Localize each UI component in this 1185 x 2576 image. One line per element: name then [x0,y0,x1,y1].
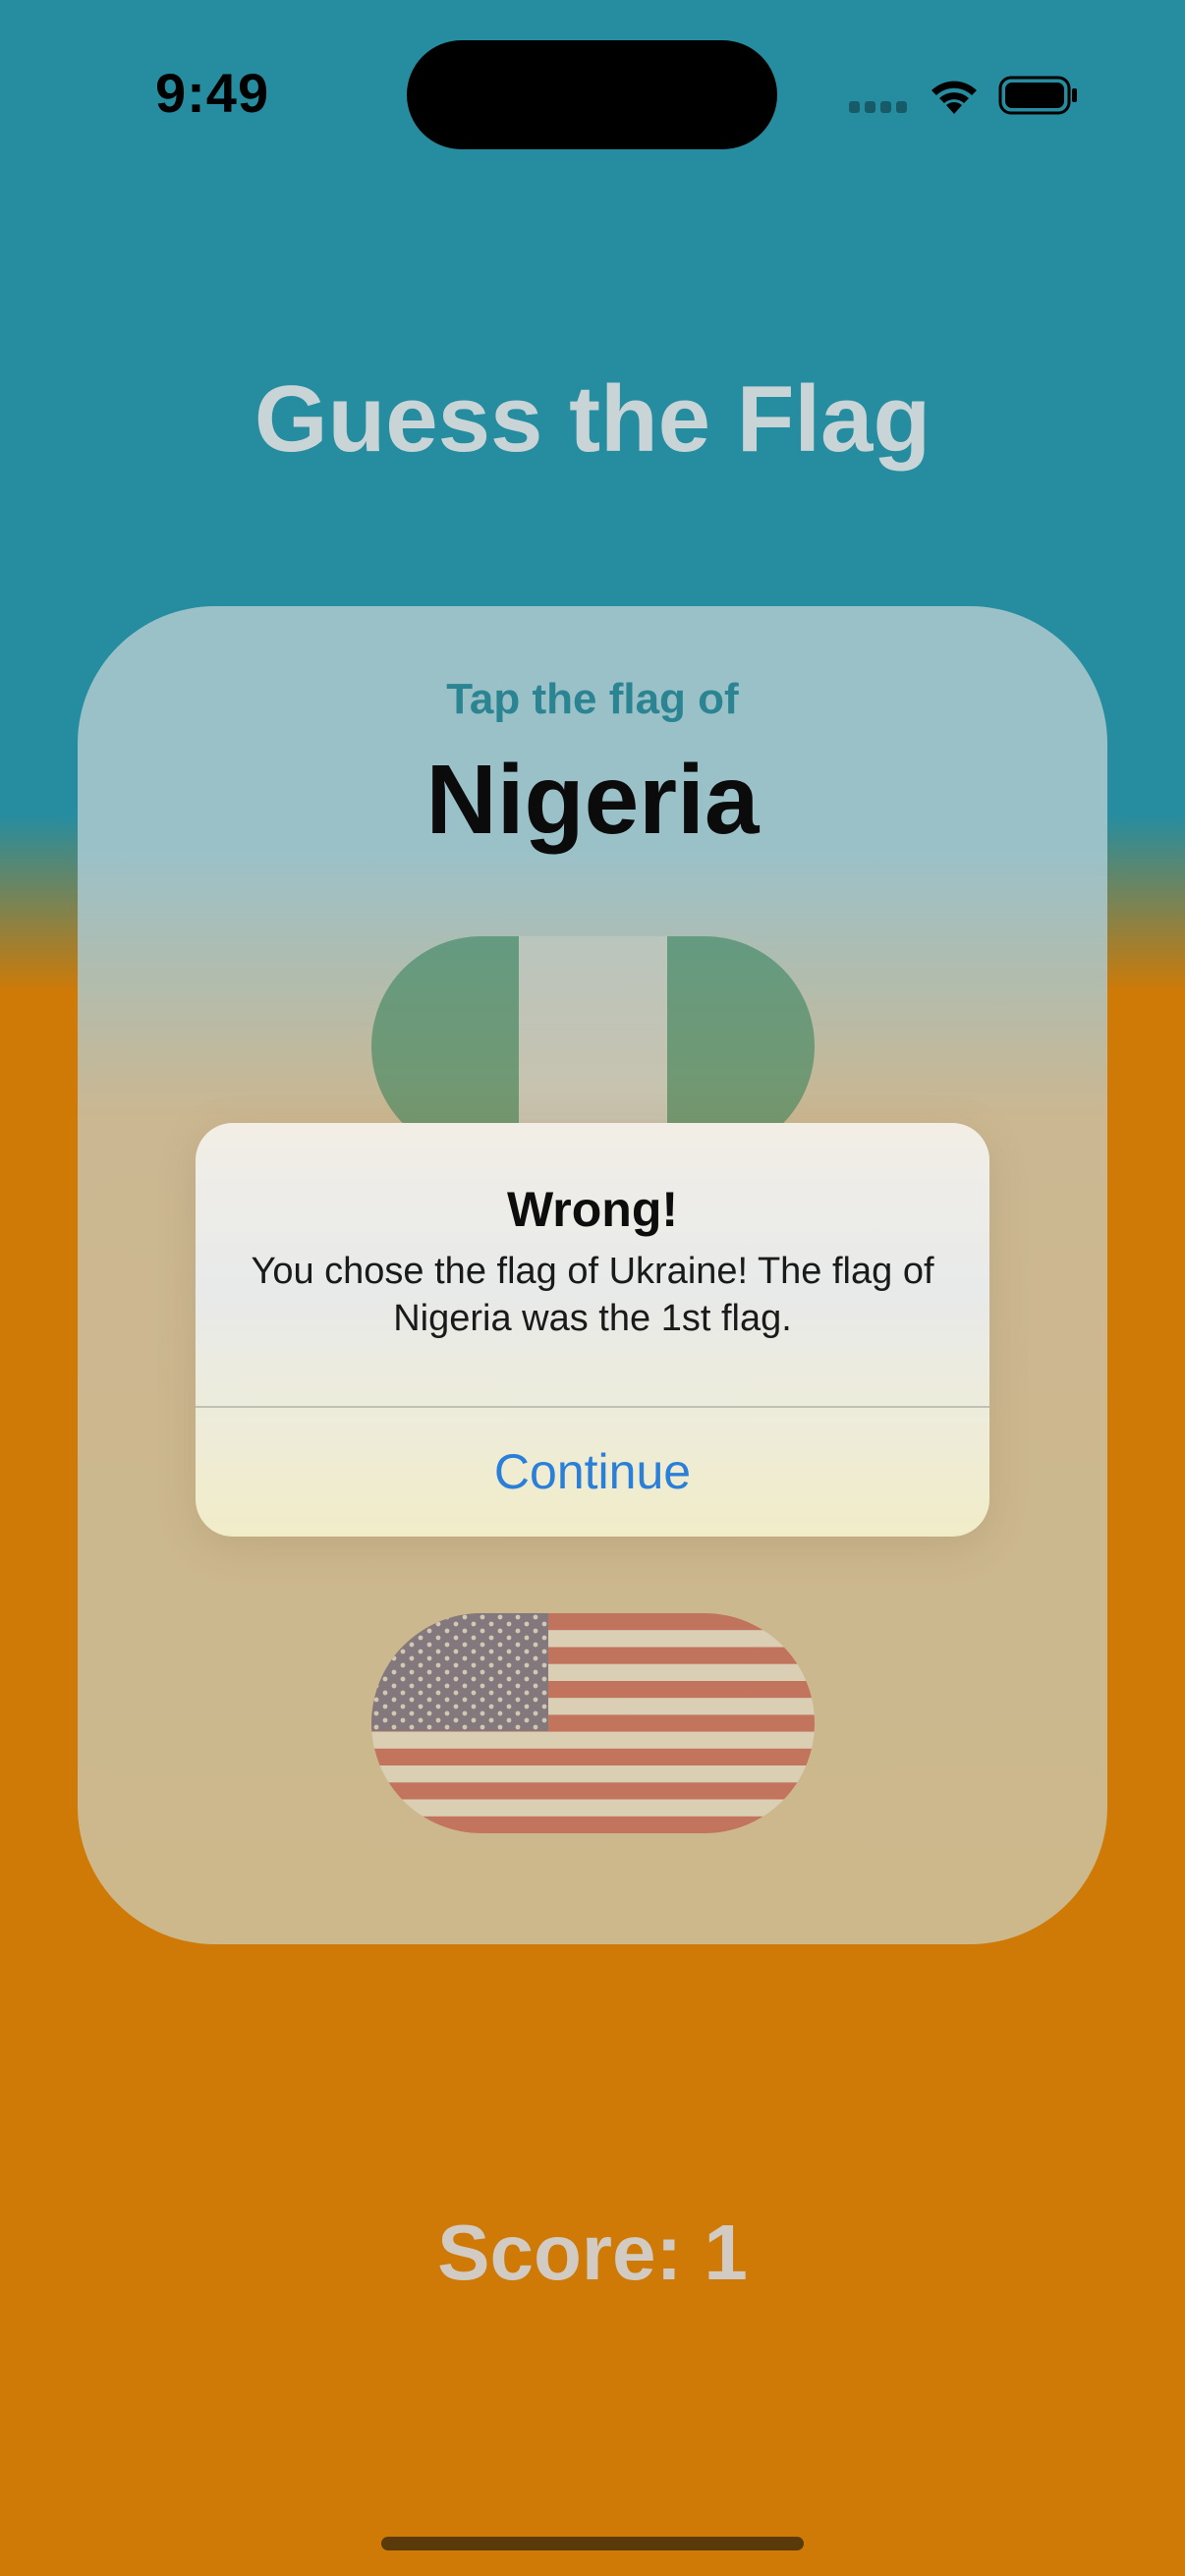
dynamic-island [407,40,777,149]
score-label: Score: 1 [437,2209,748,2296]
home-indicator[interactable] [381,2537,804,2550]
cellular-signal-icon [849,101,908,113]
continue-button[interactable]: Continue [196,1408,989,1537]
result-alert: Wrong! You chose the flag of Ukraine! Th… [196,1123,989,1537]
card-subtitle: Tap the flag of [446,675,739,723]
alert-message: You chose the flag of Ukraine! The flag … [251,1251,934,1339]
page-title: Guess the Flag [254,366,931,472]
country-name: Nigeria [425,745,760,855]
flag-usa-icon [371,1613,815,1833]
status-time: 9:49 [155,62,270,124]
flag-button-usa[interactable] [371,1613,815,1833]
wifi-icon [927,75,982,116]
battery-icon [998,75,1079,116]
alert-title: Wrong! [506,1182,679,1237]
